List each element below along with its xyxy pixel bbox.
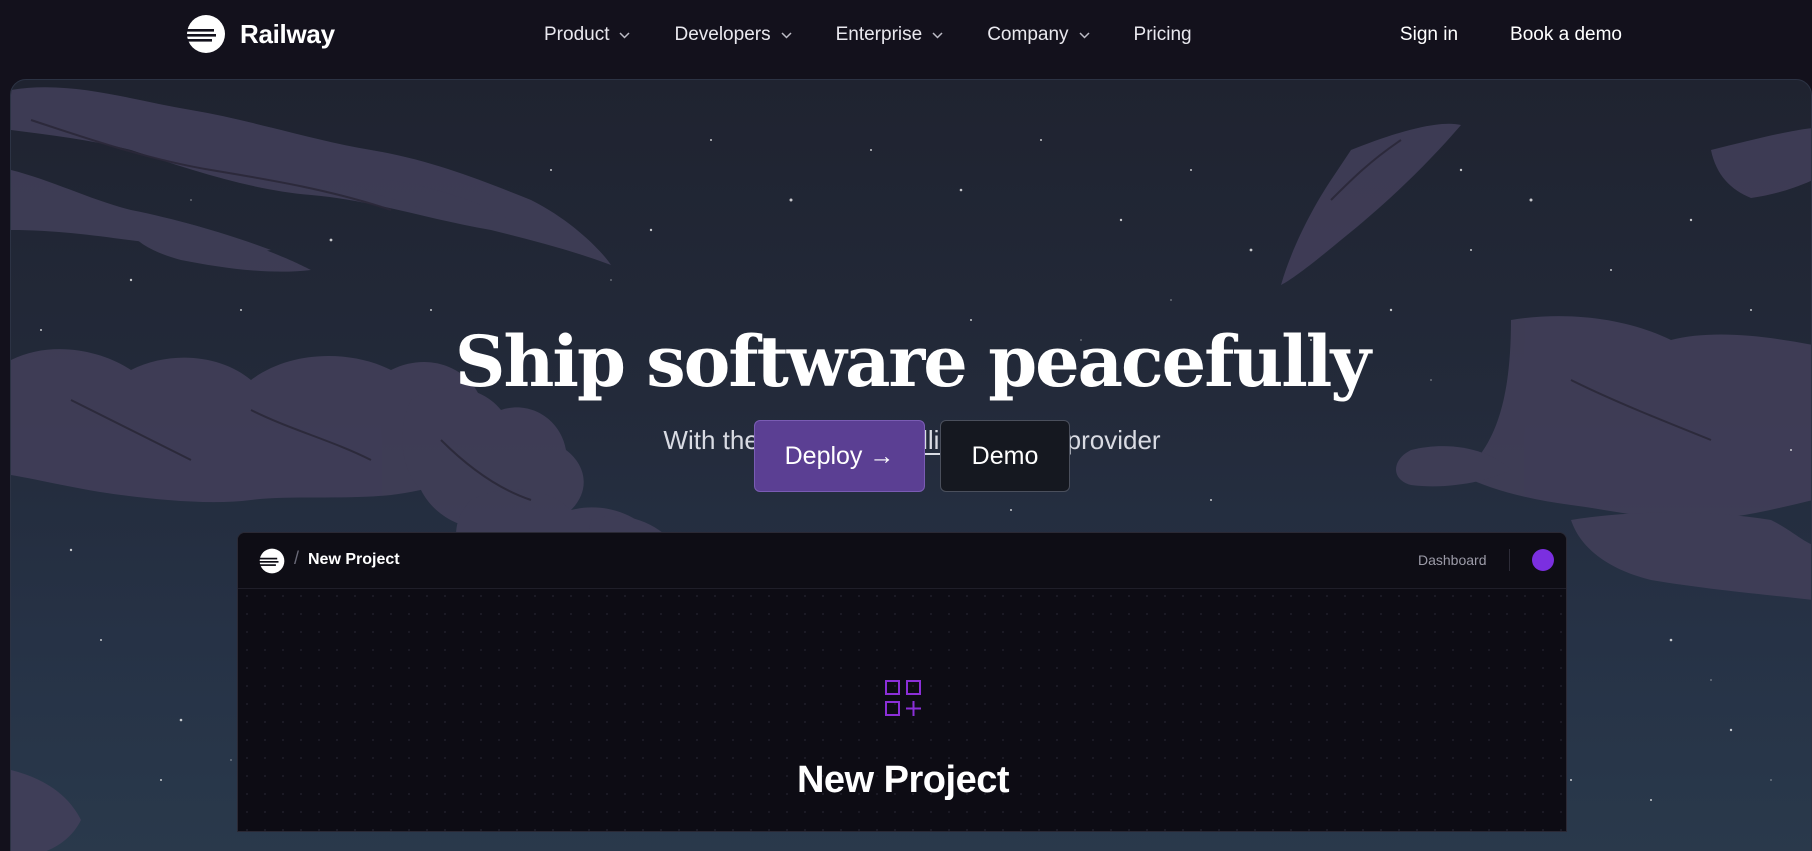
- nav-actions: Sign in Book a demo: [1400, 20, 1622, 50]
- nav-item-label: Developers: [674, 24, 771, 45]
- railway-logo[interactable]: Railway: [186, 14, 335, 54]
- railway-logo-icon: [186, 15, 225, 53]
- chevron-down-icon: [781, 31, 792, 39]
- preview-header: / New Project Dashboard: [238, 533, 1566, 589]
- nav-item-company[interactable]: Company: [987, 24, 1090, 46]
- nav-item-pricing[interactable]: Pricing: [1134, 24, 1192, 46]
- avatar[interactable]: [1532, 549, 1554, 571]
- deploy-button[interactable]: Deploy →: [754, 420, 925, 492]
- new-project-heading: New Project: [796, 759, 1010, 801]
- chevron-down-icon: [619, 31, 631, 39]
- nav-item-product[interactable]: Product: [544, 24, 631, 46]
- header-divider: [1509, 549, 1510, 571]
- chevron-down-icon: [1079, 31, 1090, 39]
- nav-item-label: Company: [987, 24, 1069, 45]
- breadcrumb-separator: /: [294, 548, 300, 568]
- brand-name: Railway: [240, 18, 335, 49]
- add-grid-icon: [885, 680, 921, 716]
- top-navigation: Railway Product Developers Enterprise Co…: [0, 0, 1812, 70]
- dashboard-link[interactable]: Dashboard: [1418, 552, 1487, 568]
- nav-item-label: Product: [544, 24, 610, 45]
- nav-item-label: Enterprise: [835, 24, 923, 45]
- sign-in-link[interactable]: Sign in: [1400, 24, 1458, 46]
- nav-item-developers[interactable]: Developers: [674, 24, 792, 46]
- chevron-down-icon: [932, 31, 943, 39]
- railway-logo-icon[interactable]: [259, 548, 285, 574]
- nav-item-enterprise[interactable]: Enterprise: [836, 24, 944, 46]
- main-menu: Product Developers Enterprise Company Pr…: [544, 20, 1236, 50]
- app-preview-window: / New Project Dashboard New Project: [237, 532, 1567, 832]
- hero-title: Ship software peacefully: [454, 320, 1371, 403]
- breadcrumb-project-title[interactable]: New Project: [308, 551, 400, 569]
- book-demo-link[interactable]: Book a demo: [1510, 24, 1622, 46]
- demo-button[interactable]: Demo: [940, 420, 1070, 492]
- nav-item-label: Pricing: [1133, 24, 1192, 45]
